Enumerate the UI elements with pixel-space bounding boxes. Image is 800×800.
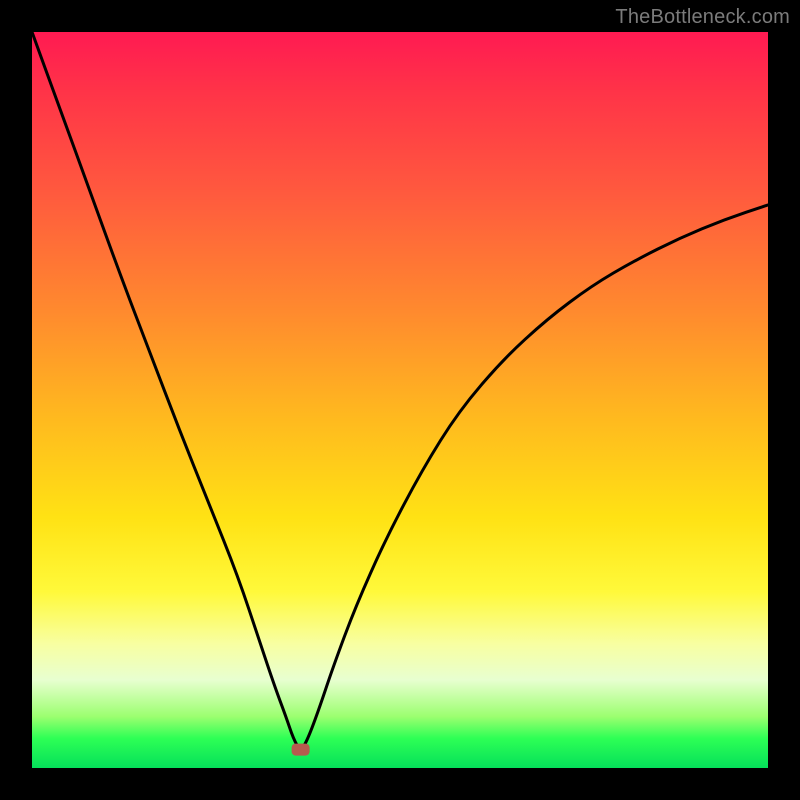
- chart-frame: TheBottleneck.com: [0, 0, 800, 800]
- watermark-text: TheBottleneck.com: [615, 6, 790, 29]
- curve-layer: [32, 32, 768, 768]
- bottleneck-curve: [32, 32, 768, 749]
- plot-area: [32, 32, 768, 768]
- min-marker: [292, 744, 310, 756]
